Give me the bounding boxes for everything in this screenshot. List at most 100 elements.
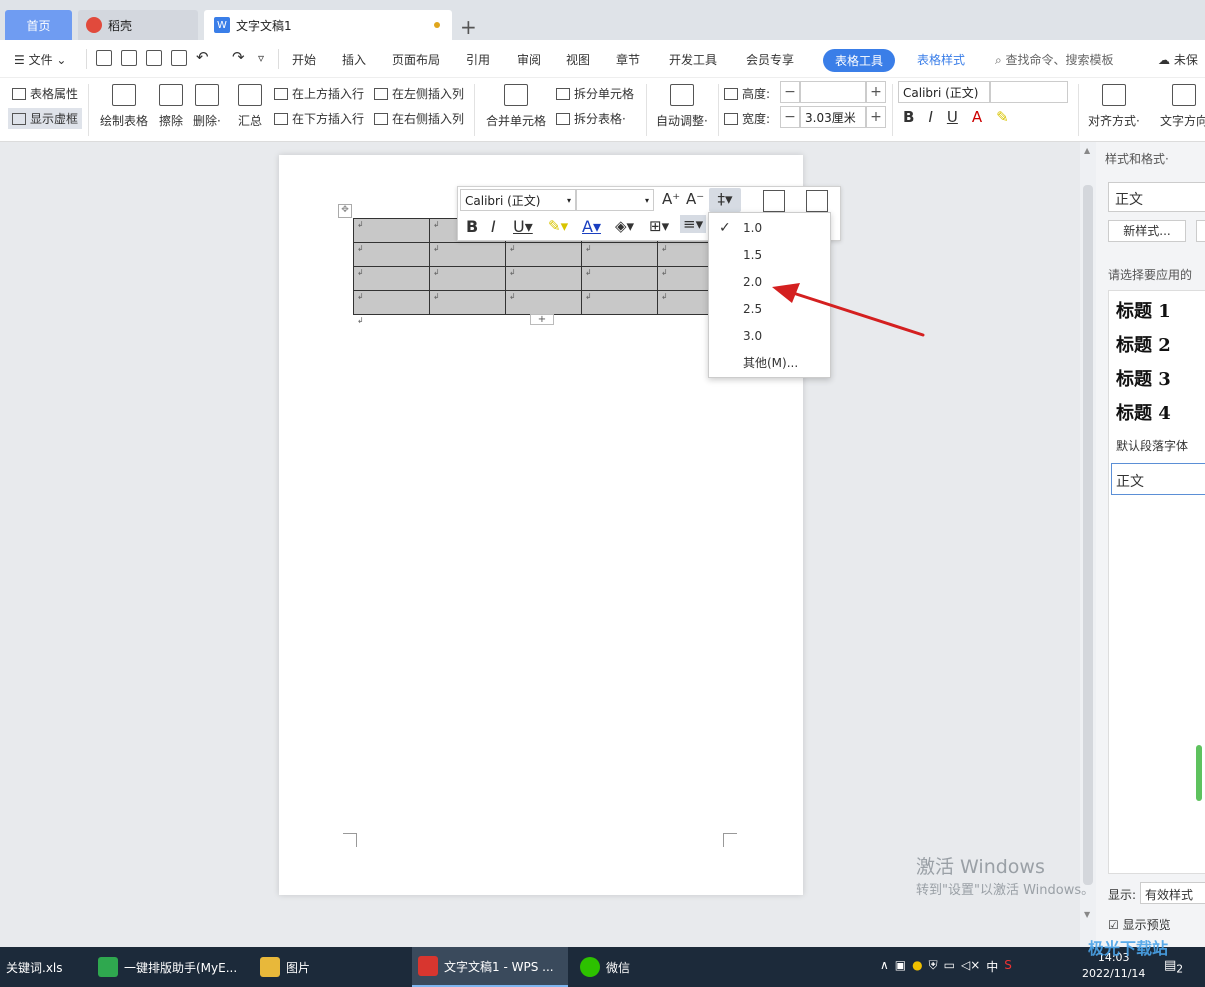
table-properties-button[interactable]: 表格属性 xyxy=(12,85,78,102)
width-increase-button[interactable]: + xyxy=(866,106,886,128)
delete-table-icon[interactable] xyxy=(806,190,828,212)
font-size-select[interactable] xyxy=(990,81,1068,103)
font-name-select[interactable]: Calibri (正文) xyxy=(898,81,990,103)
tab-daoke[interactable]: 稻壳 xyxy=(78,10,198,40)
italic-icon[interactable]: I xyxy=(491,217,496,236)
bold-icon[interactable]: B xyxy=(903,108,914,126)
style-heading-4[interactable]: 标题 4 xyxy=(1116,399,1171,425)
draw-table-button[interactable]: 绘制表格 xyxy=(100,84,148,129)
table-cell[interactable]: ↲ xyxy=(505,290,582,315)
tab-start[interactable]: 开始 xyxy=(292,51,316,68)
highlight-icon[interactable]: ✎ xyxy=(996,108,1009,126)
tab-table-style[interactable]: 表格样式 xyxy=(917,51,965,68)
width-decrease-button[interactable]: − xyxy=(780,106,800,128)
float-font-select[interactable]: Calibri (正文) ▾ xyxy=(460,189,576,211)
table-move-handle-icon[interactable]: ✥ xyxy=(338,204,352,218)
cloud-save-status[interactable]: ☁ 未保 xyxy=(1158,51,1198,68)
tab-page-layout[interactable]: 页面布局 xyxy=(392,51,440,68)
column-width-input[interactable]: 3.03厘米 xyxy=(800,106,866,128)
bold-icon[interactable]: B xyxy=(466,217,478,236)
tab-references[interactable]: 引用 xyxy=(466,51,490,68)
quick-access-dropdown-icon[interactable]: ▿ xyxy=(258,51,264,65)
styles-pane-title[interactable]: 样式和格式· xyxy=(1105,150,1169,167)
grow-font-icon[interactable]: A⁺ xyxy=(662,190,680,208)
tray-plus-icon[interactable]: ● xyxy=(912,958,922,975)
split-cell-button[interactable]: 拆分单元格 xyxy=(556,85,634,102)
network-icon[interactable]: ▭ xyxy=(944,958,955,975)
notification-center-icon[interactable]: ▤2 xyxy=(1164,958,1183,976)
style-default-paragraph-font[interactable]: 默认段落字体 xyxy=(1116,437,1188,454)
merge-cells-button[interactable]: 合并单元格 xyxy=(486,84,546,129)
undo-icon[interactable]: ↶ xyxy=(196,48,209,66)
export-pdf-icon[interactable] xyxy=(121,50,137,66)
table-cell[interactable]: ↲ xyxy=(505,266,582,291)
side-widget-bar[interactable] xyxy=(1196,745,1202,801)
new-style-button[interactable]: 新样式... xyxy=(1108,220,1186,242)
insert-table-icon[interactable] xyxy=(763,190,785,212)
show-preview-checkbox[interactable]: ☑ 显示预览 xyxy=(1108,916,1171,933)
font-color-icon[interactable]: A xyxy=(972,108,982,126)
borders-icon[interactable]: ⊞▾ xyxy=(649,217,669,235)
taskbar-item-layout-helper[interactable]: 一键排版助手(MyE... xyxy=(92,947,244,987)
show-gridlines-button[interactable]: 显示虚框 xyxy=(8,108,83,129)
table-cell[interactable]: ↲ xyxy=(581,242,658,267)
insert-column-right-button[interactable]: 在右侧插入列 xyxy=(374,110,464,127)
style-heading-2[interactable]: 标题 2 xyxy=(1116,331,1171,357)
tab-insert[interactable]: 插入 xyxy=(342,51,366,68)
underline-icon[interactable]: U▾ xyxy=(513,217,533,236)
sogou-input-icon[interactable]: S xyxy=(1004,958,1012,975)
tab-view[interactable]: 视图 xyxy=(566,51,590,68)
tab-review[interactable]: 审阅 xyxy=(517,51,541,68)
line-spacing-button[interactable]: ‡▾ xyxy=(709,188,741,212)
tray-app-icon[interactable]: ▣ xyxy=(895,958,906,975)
summary-button[interactable]: 汇总 xyxy=(238,84,262,129)
font-color-icon[interactable]: A▾ xyxy=(582,217,601,236)
delete-button[interactable]: 删除· xyxy=(193,84,221,129)
insert-column-left-button[interactable]: 在左侧插入列 xyxy=(374,85,464,102)
shield-icon[interactable]: ⛨ xyxy=(929,958,938,975)
tab-chapter[interactable]: 章节 xyxy=(616,51,640,68)
height-decrease-button[interactable]: − xyxy=(780,81,800,103)
volume-icon[interactable]: ◁× xyxy=(961,958,980,975)
shrink-font-icon[interactable]: A⁻ xyxy=(686,190,704,208)
style-normal[interactable]: 正文 xyxy=(1111,463,1205,495)
scrollbar-thumb[interactable] xyxy=(1083,185,1093,885)
table-cell[interactable]: ↲ xyxy=(505,242,582,267)
float-size-select[interactable]: ▾ xyxy=(576,189,654,211)
highlight-icon[interactable]: ✎▾ xyxy=(548,217,568,235)
tab-table-tools[interactable]: 表格工具 xyxy=(823,49,896,72)
redo-icon[interactable]: ↷ xyxy=(232,48,245,66)
table-cell[interactable]: ↲ xyxy=(581,290,658,315)
taskbar-item-wps[interactable]: 文字文稿1 - WPS ... xyxy=(412,947,568,987)
print-preview-icon[interactable] xyxy=(171,50,187,66)
taskbar-item-pictures[interactable]: 图片 xyxy=(254,947,404,987)
shading-icon[interactable]: ◈▾ xyxy=(615,217,634,235)
current-style-box[interactable]: 正文 xyxy=(1108,182,1205,212)
line-spacing-option-1-5[interactable]: 1.5 xyxy=(709,242,830,269)
taskbar-item-xls[interactable]: 关键词.xls xyxy=(0,947,88,987)
file-menu[interactable]: ☰ 文件 ⌄ xyxy=(14,51,66,68)
scroll-down-icon[interactable]: ▼ xyxy=(1084,910,1090,919)
table-cell[interactable]: ↲ xyxy=(353,218,430,243)
table-cell[interactable]: ↲ xyxy=(353,242,430,267)
tab-developer-tools[interactable]: 开发工具 xyxy=(669,51,717,68)
show-filter-select[interactable]: 有效样式 xyxy=(1140,882,1205,904)
scroll-up-icon[interactable]: ▲ xyxy=(1084,146,1090,155)
table-cell[interactable]: ↲ xyxy=(353,266,430,291)
italic-icon[interactable]: I xyxy=(928,108,932,126)
table-cell[interactable]: ↲ xyxy=(353,290,430,315)
new-tab-button[interactable]: + xyxy=(460,12,484,42)
print-icon[interactable] xyxy=(146,50,162,66)
command-search[interactable]: ⌕ 查找命令、搜索模板 xyxy=(995,51,1114,68)
insert-row-above-button[interactable]: 在上方插入行 xyxy=(274,85,364,102)
add-row-button[interactable]: + xyxy=(530,314,554,325)
line-spacing-option-1-0[interactable]: ✓ 1.0 xyxy=(709,215,830,242)
clear-format-button[interactable] xyxy=(1196,220,1205,242)
input-method-indicator[interactable]: 中 xyxy=(986,958,998,975)
table-cell[interactable]: ↲ xyxy=(429,290,506,315)
style-heading-1[interactable]: 标题 1 xyxy=(1116,297,1171,323)
table-cell[interactable]: ↲ xyxy=(581,266,658,291)
align-icon[interactable]: ≡▾ xyxy=(680,215,707,233)
erase-button[interactable]: 擦除 xyxy=(159,84,183,129)
align-button[interactable]: 对齐方式· xyxy=(1088,84,1140,129)
